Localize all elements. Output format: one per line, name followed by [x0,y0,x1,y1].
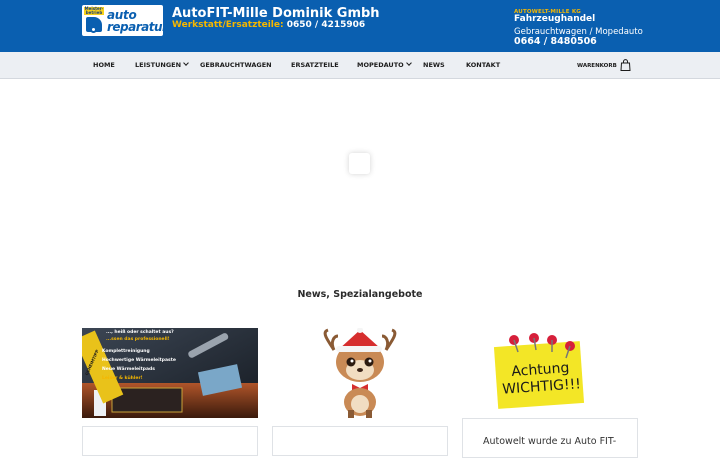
logo-text-reparatur: reparatur [107,20,163,34]
site-header: Meister-betrieb auto reparatur AutoFIT-M… [0,0,720,52]
nav-label: ERSATZTEILE [291,61,339,69]
nav-label: GEBRAUCHTWAGEN [200,61,272,69]
nav-item-gebrauchtwagen[interactable]: GEBRAUCHTWAGEN [200,61,272,69]
nav-label: NEWS [423,61,445,69]
cart-link[interactable]: WARENKORB [577,63,617,69]
nav-item-ersatzteile[interactable]: ERSATZTEILE [291,61,339,69]
nav-item-mopedauto[interactable]: MOPEDAUTO [357,60,412,69]
card-text: Autowelt wurde zu Auto FIT- [483,436,617,447]
promo-line-4: Hochwertige Wärmeleitpaste [102,358,176,363]
promo-line-1: ..., heiß oder schaltet aus? [106,330,174,335]
brand-logo[interactable]: Meister-betrieb auto reparatur [82,5,163,36]
nav-label: KONTAKT [466,61,501,69]
wheel-icon [90,26,97,33]
nav-label: MOPEDAUTO [357,61,404,69]
promo-line-6: Leiser & kühler! [102,376,143,381]
nav-item-leistungen[interactable]: LEISTUNGEN [135,60,189,69]
section-title: News, Spezialangebote [297,289,423,300]
meisterbetrieb-badge: Meister-betrieb [84,6,104,15]
card-image-reindeer[interactable] [272,328,448,418]
workshop-contact: Werkstatt/Ersatzteile: 0650 / 4215906 [172,20,365,30]
nav-item-kontakt[interactable]: KONTAKT [466,61,500,69]
workshop-label: Werkstatt/Ersatzteile: [172,20,284,30]
chevron-down-icon [405,60,412,66]
nav-item-news[interactable]: NEWS [423,61,445,69]
card-body [272,426,448,456]
card-image-pc-cleaning[interactable]: ..., heiß oder schaltet aus? ...ssen das… [82,328,258,418]
dealer-headline: Fahrzeughandel [514,14,596,24]
nav-label: HOME [93,61,115,69]
promo-line-2: ...ssen das professionell! [106,337,170,342]
promo-line-5: Neue Wärmeleitpads [102,367,155,372]
company-name: AutoFIT-Mille Dominik Gmbh [172,6,380,21]
slider-loading-spinner [349,153,370,174]
achtung-note-text: Achtung WICHTIG!!! [501,360,582,398]
promo-line-3: Komplettreinigung [102,349,150,354]
main-navigation: HOME LEISTUNGEN GEBRAUCHTWAGEN ERSATZTEI… [0,52,720,79]
reindeer-image [323,328,397,418]
workshop-phone[interactable]: 0650 / 4215906 [287,20,365,30]
chevron-down-icon [183,60,189,66]
nav-label: LEISTUNGEN [135,61,182,69]
nav-item-home[interactable]: HOME [93,61,115,69]
dealer-phone[interactable]: 0664 / 8480506 [514,36,597,47]
shopping-bag-icon[interactable] [620,59,631,71]
card-body [82,426,258,456]
